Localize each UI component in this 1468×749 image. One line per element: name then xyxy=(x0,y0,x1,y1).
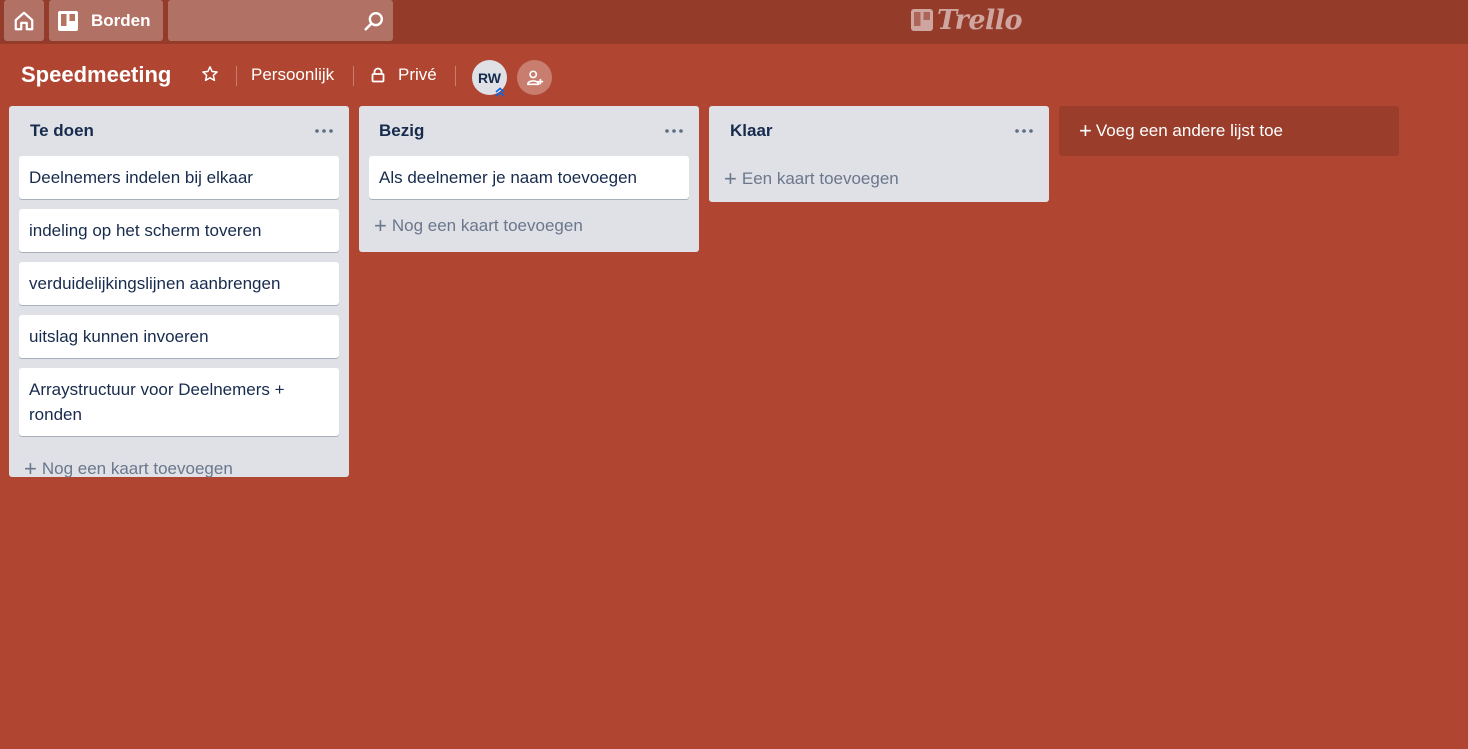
boards-button[interactable]: Borden xyxy=(49,0,163,41)
divider xyxy=(236,66,237,86)
avatar-initials: RW xyxy=(477,69,502,86)
trello-logo-icon xyxy=(911,9,933,31)
list-klaar: Klaar + Een kaart toevoegen xyxy=(709,106,1049,202)
plus-icon: + xyxy=(374,213,387,238)
add-list-button[interactable]: + Voeg een andere lijst toe xyxy=(1059,106,1399,156)
boards-icon xyxy=(58,10,78,31)
star-icon xyxy=(202,66,218,82)
search-input[interactable] xyxy=(168,0,358,41)
list-title[interactable]: Bezig xyxy=(379,121,424,141)
add-card-label: Nog een kaart toevoegen xyxy=(391,216,583,235)
search-box[interactable] xyxy=(168,0,393,41)
add-card-label: Een kaart toevoegen xyxy=(741,169,899,188)
plus-icon: + xyxy=(1079,118,1092,143)
list-te-doen: Te doen Deelnemers indelen bij elkaar in… xyxy=(9,106,349,480)
home-button[interactable] xyxy=(4,0,44,41)
invite-button[interactable] xyxy=(517,60,552,95)
list-header: Klaar xyxy=(709,106,1049,156)
team-button[interactable]: Persoonlijk xyxy=(251,65,334,85)
team-label: Persoonlijk xyxy=(251,65,335,84)
add-card-button[interactable]: + Nog een kaart toevoegen xyxy=(359,209,699,243)
card[interactable]: uitslag kunnen invoeren xyxy=(19,315,339,358)
list-bezig: Bezig Als deelnemer je naam toevoegen + … xyxy=(359,106,699,252)
add-member-icon xyxy=(526,69,543,85)
plus-icon: + xyxy=(24,456,37,481)
divider xyxy=(353,66,354,86)
list-header: Bezig xyxy=(359,106,699,156)
lock-icon xyxy=(371,67,385,83)
trello-logo[interactable]: Trello xyxy=(911,3,1023,37)
card[interactable]: Arraystructuur voor Deelnemers + ronden xyxy=(19,368,339,436)
logo-text: Trello xyxy=(937,4,1023,36)
more-icon[interactable] xyxy=(1014,122,1034,140)
list-title[interactable]: Klaar xyxy=(730,121,773,141)
add-card-button[interactable]: + Een kaart toevoegen xyxy=(709,162,1049,196)
boards-label: Borden xyxy=(91,10,151,30)
more-icon[interactable] xyxy=(664,122,684,140)
visibility-label: Privé xyxy=(398,65,437,84)
board-header: Speedmeeting Persoonlijk Privé RW xyxy=(0,56,1468,97)
card[interactable]: verduidelijkingslijnen aanbrengen xyxy=(19,262,339,305)
divider xyxy=(455,66,456,86)
add-card-label: Nog een kaart toevoegen xyxy=(41,459,233,478)
card[interactable]: Als deelnemer je naam toevoegen xyxy=(369,156,689,199)
top-header: Borden Trello xyxy=(0,0,1468,44)
list-header: Te doen xyxy=(9,106,349,156)
add-list-label: Voeg een andere lijst toe xyxy=(1095,121,1284,140)
list-title[interactable]: Te doen xyxy=(30,121,94,141)
star-button[interactable] xyxy=(201,65,219,83)
card[interactable]: Deelnemers indelen bij elkaar xyxy=(19,156,339,199)
member-avatar[interactable]: RW xyxy=(472,60,507,97)
plus-icon: + xyxy=(724,166,737,191)
admin-chevron-icon xyxy=(495,87,505,97)
visibility-button[interactable]: Privé xyxy=(370,65,437,85)
more-icon[interactable] xyxy=(314,122,334,140)
search-icon[interactable] xyxy=(363,10,385,32)
home-icon xyxy=(14,11,34,30)
card[interactable]: indeling op het scherm toveren xyxy=(19,209,339,252)
board-title[interactable]: Speedmeeting xyxy=(21,62,171,88)
add-card-button[interactable]: + Nog een kaart toevoegen xyxy=(9,452,349,486)
